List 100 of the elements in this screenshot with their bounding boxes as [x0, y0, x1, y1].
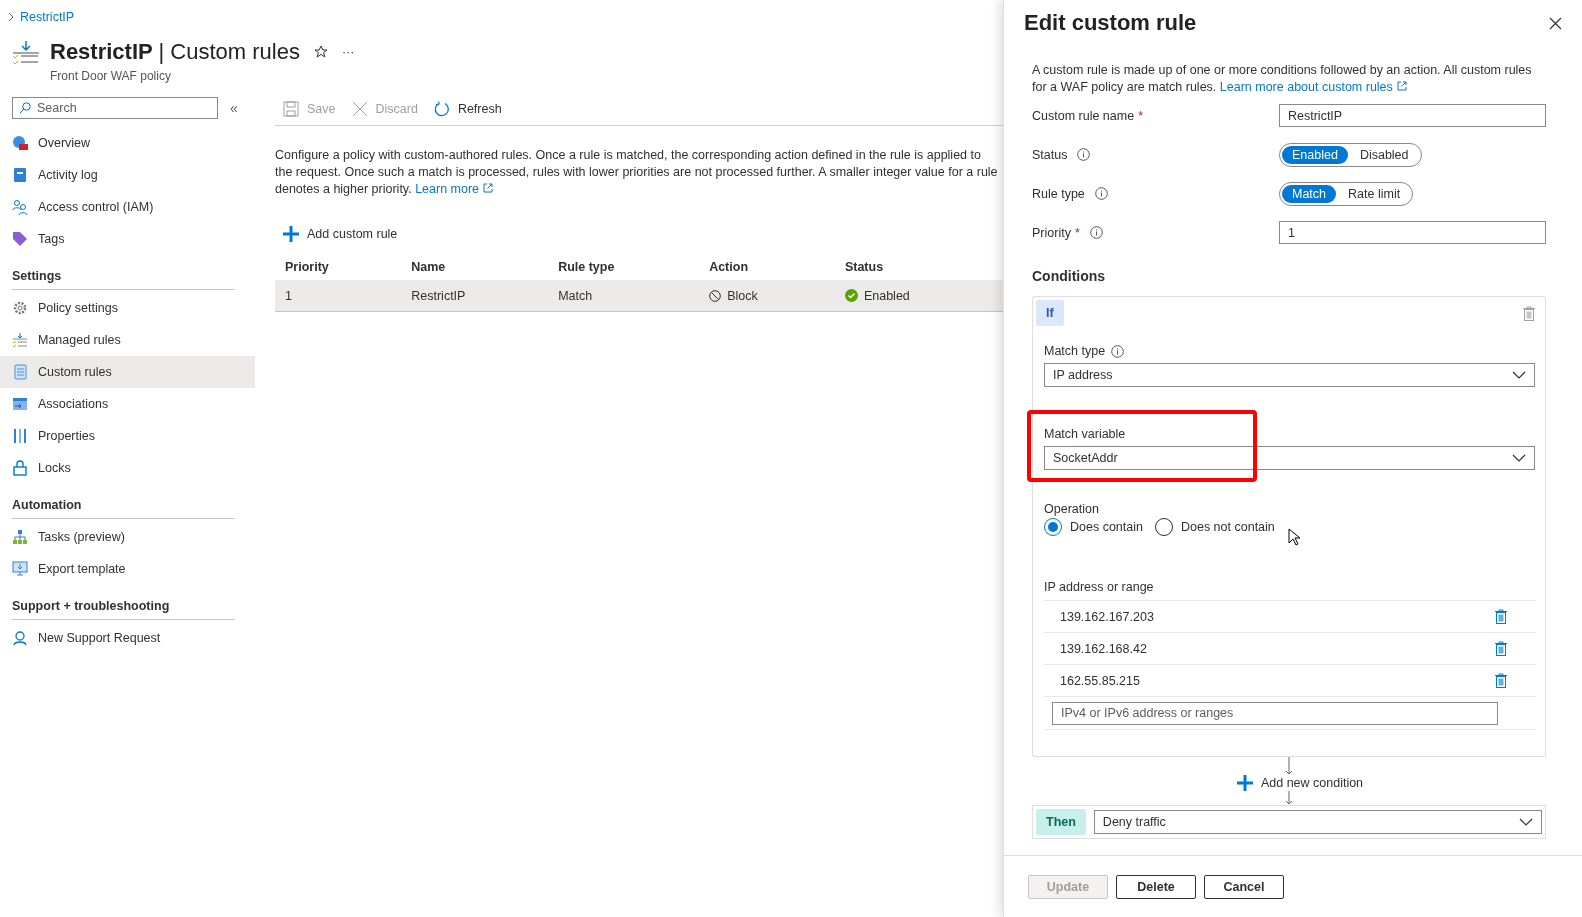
footer-button[interactable]: Cancel [1204, 874, 1284, 899]
toggle-option[interactable]: Disabled [1349, 145, 1419, 164]
sidebar-item[interactable]: Managed rules [0, 324, 255, 356]
learn-more-link[interactable]: Learn more about custom rules [1219, 80, 1407, 94]
then-badge: Then [1036, 809, 1086, 835]
gear-icon [12, 300, 28, 316]
chevron-down-icon [1512, 371, 1526, 379]
export-icon [12, 561, 28, 577]
field-label: IP address or range [1044, 580, 1535, 601]
column-header[interactable]: Name [401, 254, 549, 280]
section-heading: Support + troubleshooting [12, 599, 235, 620]
radio-label[interactable]: Does contain [1070, 520, 1143, 534]
ip-address: 162.55.85.215 [1060, 673, 1140, 688]
page-subtitle: Front Door WAF policy [50, 69, 172, 83]
tag-icon [12, 231, 28, 247]
external-link-icon [483, 183, 494, 193]
search-icon [19, 102, 31, 114]
radio-label[interactable]: Does not contain [1180, 520, 1275, 534]
if-badge: If [1036, 300, 1064, 326]
learn-more-link[interactable]: Learn more [415, 182, 494, 196]
text-field[interactable]: RestrictIP [1279, 104, 1546, 127]
required-mark: * [1074, 225, 1080, 240]
plus-icon [283, 226, 299, 242]
lock-icon [12, 460, 28, 476]
ip-input-field[interactable]: IPv4 or IPv6 address or ranges [1052, 701, 1498, 725]
sidebar-item[interactable]: New Support Request [0, 622, 255, 654]
external-link-icon [1396, 81, 1407, 91]
ip-address: 139.162.167.203 [1060, 609, 1154, 624]
action-dropdown[interactable]: Deny traffic [1093, 810, 1542, 834]
people-icon [12, 199, 28, 215]
bars-icon [12, 428, 28, 444]
toggle-option[interactable]: Rate limit [1338, 184, 1411, 203]
match-type-dropdown[interactable]: IP address [1044, 363, 1535, 387]
section-heading: Automation [12, 498, 235, 519]
description-text: Configure a policy with custom-authored rules. Once a rule is matched, the corresponding action defined in the rule is applied to the request. Once such a match is processed, rules with lower priorities are not processed further. A smaller integer value for a rule denotes a higher priority. Learn more [275, 147, 999, 198]
panel-title: Edit custom rule [1024, 10, 1197, 36]
sidebar-item[interactable]: Associations [0, 388, 255, 420]
match-variable-dropdown[interactable]: SocketAddr [1044, 446, 1535, 470]
sidebar-item[interactable]: Overview [0, 127, 255, 159]
delete-icon[interactable] [1495, 641, 1507, 656]
table-cell: 1 [275, 280, 402, 312]
toggle-option[interactable]: Enabled [1282, 145, 1348, 164]
sidebar-item[interactable]: Custom rules [0, 356, 255, 388]
cursor-icon [1288, 528, 1300, 546]
tasks-icon [12, 529, 28, 545]
delete-icon[interactable] [1495, 609, 1507, 624]
required-mark: * [1138, 108, 1143, 123]
toggle-option[interactable]: Match [1282, 184, 1337, 203]
field-label: Rule type [1032, 186, 1085, 201]
column-header[interactable]: Status [834, 254, 1003, 280]
support-icon [12, 630, 28, 646]
search-field[interactable]: Search [12, 97, 218, 119]
sidebar-item[interactable]: Tags [0, 223, 255, 255]
column-header[interactable]: Action [699, 254, 835, 280]
chevron-down-icon [1519, 818, 1533, 826]
column-header[interactable]: Priority [275, 254, 402, 280]
ip-address: 139.162.168.42 [1060, 641, 1147, 656]
field-label: Match variable [1044, 427, 1126, 441]
panel-description: A custom rule is made up of one or more conditions followed by an action. All custom rules for a WAF policy are match rules. Learn more about custom rules [1032, 62, 1533, 96]
table-cell: RestrictIP [401, 280, 549, 312]
rules-icon [12, 332, 28, 348]
sidebar-item[interactable]: Policy settings [0, 292, 255, 324]
star-icon[interactable] [313, 45, 328, 59]
table-cell: Block [699, 280, 835, 312]
field-label: Operation [1044, 502, 1099, 516]
more-button[interactable]: ··· [341, 45, 355, 59]
check-circle-icon [844, 289, 858, 302]
column-header[interactable]: Rule type [548, 254, 700, 280]
field-label: Priority [1032, 225, 1071, 240]
collapse-button[interactable]: « [230, 100, 238, 116]
connector-arrow [1285, 791, 1293, 805]
table-cell: Match [548, 280, 700, 312]
connector-arrow [1285, 757, 1293, 775]
delete-icon[interactable] [1495, 673, 1507, 688]
toolbar-button[interactable]: Refresh [433, 101, 502, 117]
plus-icon [1236, 775, 1253, 791]
field-label: Custom rule name [1032, 108, 1135, 123]
block-icon [709, 289, 722, 302]
sidebar-item[interactable]: Properties [0, 420, 255, 452]
breadcrumb-link[interactable]: RestrictIP [20, 10, 75, 24]
sidebar-item[interactable]: Access control (IAM) [0, 191, 255, 223]
chevron-down-icon [1512, 454, 1526, 462]
add-condition-button[interactable]: Add new condition [1236, 775, 1364, 791]
table-cell: Enabled [834, 280, 1003, 312]
field-label: Status [1032, 147, 1068, 162]
sidebar-item[interactable]: Locks [0, 452, 255, 484]
save-icon [283, 101, 299, 117]
sidebar-item[interactable]: Export template [0, 553, 255, 585]
rules-icon [12, 39, 40, 67]
field-label: Match type [1044, 344, 1106, 358]
add-rule-button[interactable]: Add custom rule [283, 226, 1003, 242]
footer-button[interactable]: Delete [1116, 874, 1196, 899]
close-icon [351, 101, 368, 117]
text-field[interactable]: 1 [1279, 221, 1546, 244]
section-heading: Conditions [1032, 268, 1107, 284]
close-icon[interactable] [1549, 16, 1562, 30]
sidebar-item[interactable]: Tasks (preview) [0, 521, 255, 553]
sidebar-item[interactable]: Activity log [0, 159, 255, 191]
chevron-right-icon [8, 12, 14, 22]
delete-icon[interactable] [1523, 305, 1535, 321]
